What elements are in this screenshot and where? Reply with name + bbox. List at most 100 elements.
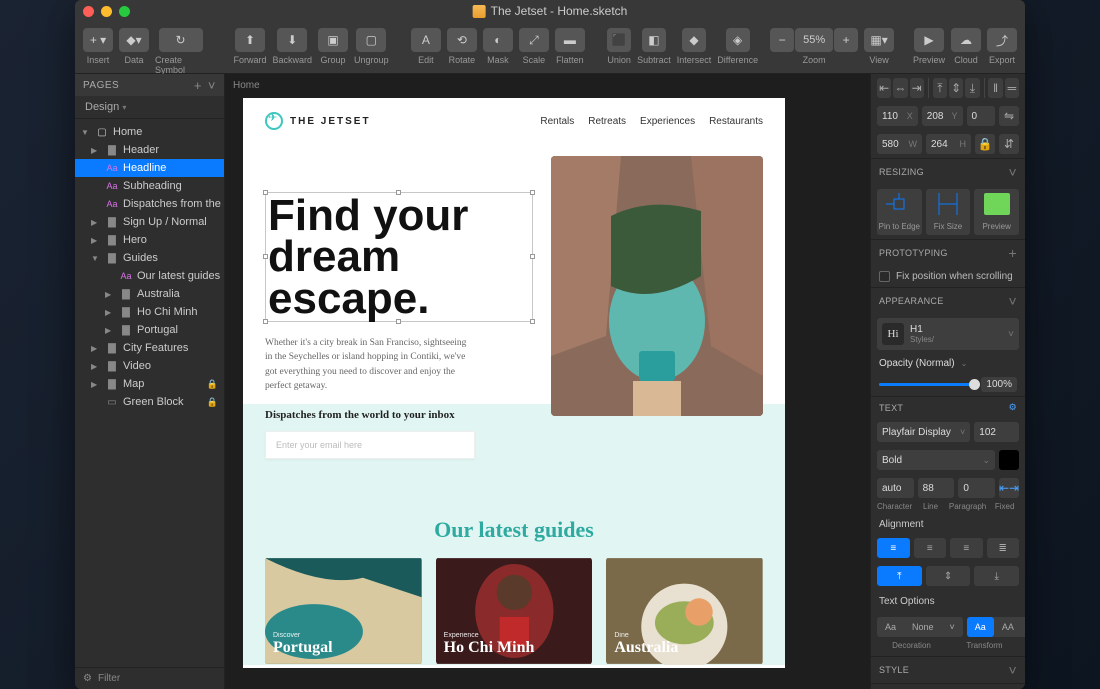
opacity-slider[interactable]: [879, 383, 975, 386]
layer-map[interactable]: ▶▇Map🔒: [75, 375, 224, 393]
w-field[interactable]: 580W: [877, 134, 922, 154]
guide-card-ho-chi-minh[interactable]: ExperienceHo Chi Minh: [436, 557, 593, 665]
guide-card-australia[interactable]: DineAustralia: [606, 557, 763, 665]
y-field[interactable]: 208Y: [922, 106, 963, 126]
nav-retreats[interactable]: Retreats: [588, 116, 626, 127]
align-top-icon[interactable]: ⤒: [933, 78, 947, 98]
resize-handle[interactable]: [530, 190, 535, 195]
difference-button[interactable]: ◈: [726, 28, 750, 52]
text-color-swatch[interactable]: [999, 450, 1019, 470]
zoom-out-button[interactable]: −: [770, 28, 794, 52]
flip-h-icon[interactable]: ⇋: [999, 106, 1019, 126]
align-hcenter-icon[interactable]: ⇔: [893, 78, 907, 98]
group-button[interactable]: ▣: [318, 28, 348, 52]
x-field[interactable]: 110X: [877, 106, 918, 126]
text-align-right[interactable]: ≡: [950, 538, 983, 558]
layer-city-features[interactable]: ▶▇City Features: [75, 339, 224, 357]
page-selector[interactable]: Design ▾: [75, 96, 224, 119]
forward-button[interactable]: ⬆: [235, 28, 265, 52]
canvas[interactable]: Home THE JETSET RentalsRetreatsExperienc…: [225, 74, 870, 689]
char-spacing-field[interactable]: auto: [877, 478, 914, 498]
resize-handle[interactable]: [530, 254, 535, 259]
export-button[interactable]: ⤴: [987, 28, 1017, 52]
breadcrumb[interactable]: Home: [233, 80, 260, 91]
layer-subheading[interactable]: AaSubheading: [75, 177, 224, 195]
align-bottom-icon[interactable]: ⤓: [965, 78, 979, 98]
resizing-section[interactable]: RESIZING˅: [871, 158, 1025, 185]
distribute-v-icon[interactable]: ═: [1005, 78, 1019, 98]
layer-sign-up-normal[interactable]: ▶▇Sign Up / Normal: [75, 213, 224, 231]
fills-section[interactable]: Fills+: [871, 683, 1025, 689]
resize-handle[interactable]: [530, 319, 535, 324]
edit-button[interactable]: A: [411, 28, 441, 52]
layer-hero[interactable]: ▶▇Hero: [75, 231, 224, 249]
mask-button[interactable]: ◐: [483, 28, 513, 52]
insert-button[interactable]: + ▾: [83, 28, 113, 52]
align-vcenter-icon[interactable]: ⇕: [949, 78, 963, 98]
add-page-icon[interactable]: +: [194, 78, 202, 93]
fix-size-control[interactable]: Fix Size: [926, 189, 971, 235]
nav-restaurants[interactable]: Restaurants: [709, 116, 763, 127]
opacity-value[interactable]: 100%: [981, 377, 1017, 392]
layer-video[interactable]: ▶▇Video: [75, 357, 224, 375]
distribute-h-icon[interactable]: ‖: [988, 78, 1002, 98]
nav-rentals[interactable]: Rentals: [540, 116, 574, 127]
subtract-button[interactable]: ◧: [642, 28, 666, 52]
layer-australia[interactable]: ▶▇Australia: [75, 285, 224, 303]
text-section[interactable]: TEXT⚙: [871, 396, 1025, 418]
layer-green-block[interactable]: ▭Green Block🔒: [75, 393, 224, 411]
fixed-width-icon[interactable]: ⇤⇥: [999, 478, 1019, 498]
union-button[interactable]: ⬛: [607, 28, 631, 52]
layer-headline[interactable]: AaHeadline: [75, 159, 224, 177]
align-left-icon[interactable]: ⇤: [877, 78, 891, 98]
text-align-center[interactable]: ≡: [914, 538, 947, 558]
resize-handle[interactable]: [396, 319, 401, 324]
h-field[interactable]: 264H: [926, 134, 971, 154]
preview-button[interactable]: ▶: [914, 28, 944, 52]
resize-handle[interactable]: [263, 254, 268, 259]
layer-dispatches-from-the[interactable]: AaDispatches from the: [75, 195, 224, 213]
font-weight-field[interactable]: Bold⌄: [877, 450, 995, 470]
valign-top[interactable]: ⤒: [877, 566, 922, 586]
filter-input[interactable]: Filter: [98, 673, 120, 684]
guide-card-portugal[interactable]: DiscoverPortugal: [265, 557, 422, 665]
text-style-selector[interactable]: Hi H1Styles/ ˅: [877, 318, 1019, 350]
text-align-justify[interactable]: ≣: [987, 538, 1020, 558]
flip-v-icon[interactable]: ⇵: [999, 134, 1019, 154]
resize-handle[interactable]: [263, 190, 268, 195]
data-button[interactable]: ◆▾: [119, 28, 149, 52]
layer-ho-chi-minh[interactable]: ▶▇Ho Chi Minh: [75, 303, 224, 321]
nav-experiences[interactable]: Experiences: [640, 116, 695, 127]
layer-our-latest-guides[interactable]: AaOur latest guides: [75, 267, 224, 285]
font-family-field[interactable]: Playfair Display˅: [877, 422, 970, 442]
flatten-button[interactable]: ▬: [555, 28, 585, 52]
view-button[interactable]: ▦▾: [864, 28, 894, 52]
align-right-icon[interactable]: ⇥: [910, 78, 924, 98]
cloud-button[interactable]: ☁: [951, 28, 981, 52]
layer-guides[interactable]: ▼▇Guides: [75, 249, 224, 267]
resize-handle[interactable]: [263, 319, 268, 324]
paragraph-spacing-field[interactable]: 0: [958, 478, 995, 498]
ungroup-button[interactable]: ▢: [356, 28, 386, 52]
layer-header[interactable]: ▶▇Header: [75, 141, 224, 159]
pin-edge-control[interactable]: Pin to Edge: [877, 189, 922, 235]
rotate-button[interactable]: ⟲: [447, 28, 477, 52]
transform-segment[interactable]: AaAAaa: [967, 617, 1025, 637]
scale-button[interactable]: ⤢: [519, 28, 549, 52]
resize-handle[interactable]: [396, 190, 401, 195]
line-height-field[interactable]: 88: [918, 478, 955, 498]
style-section[interactable]: STYLE˅: [871, 656, 1025, 683]
headline-selection[interactable]: Find your dream escape.: [265, 192, 533, 322]
artboard-home[interactable]: THE JETSET RentalsRetreatsExperiencesRes…: [243, 98, 785, 668]
email-input[interactable]: Enter your email here: [265, 431, 475, 459]
rotation-field[interactable]: 0: [967, 106, 995, 126]
intersect-button[interactable]: ◆: [682, 28, 706, 52]
prototyping-section[interactable]: PROTOTYPING+: [871, 239, 1025, 266]
filter-icon[interactable]: ⚙: [83, 673, 92, 684]
valign-bottom[interactable]: ⤓: [974, 566, 1019, 586]
font-size-field[interactable]: 102: [974, 422, 1019, 442]
valign-middle[interactable]: ⇕: [926, 566, 971, 586]
fix-scroll-checkbox[interactable]: Fix position when scrolling: [871, 266, 1025, 287]
layer-portugal[interactable]: ▶▇Portugal: [75, 321, 224, 339]
maximize-window[interactable]: [119, 6, 130, 17]
